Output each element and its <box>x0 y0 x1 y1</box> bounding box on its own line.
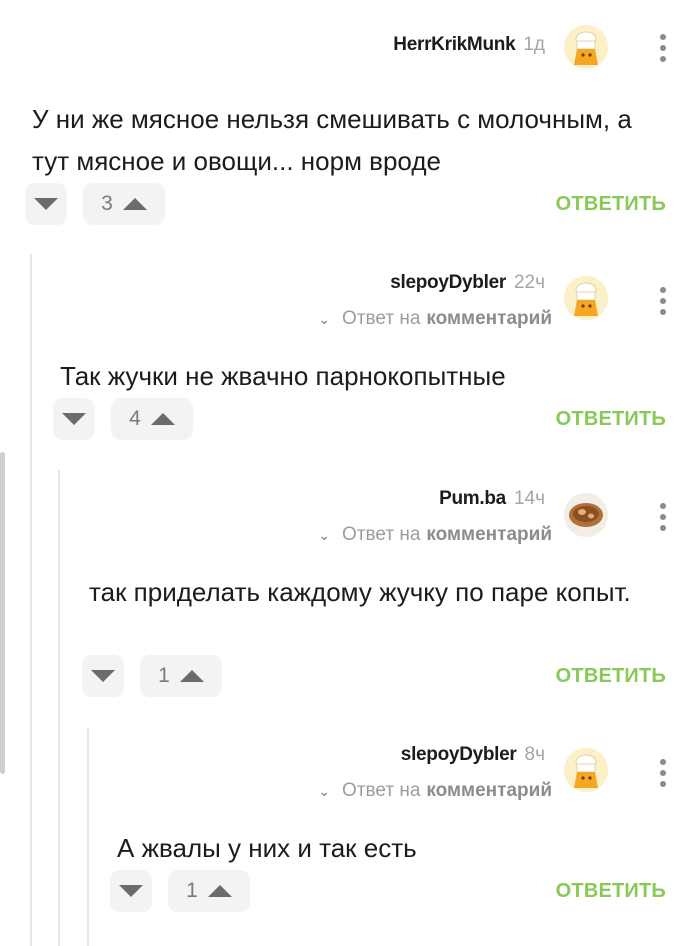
comment-text: так приделать каждому жучку по паре копы… <box>89 577 631 607</box>
chevron-down-icon: ⌄ <box>318 526 331 543</box>
thread-line[interactable] <box>87 728 89 946</box>
rating-count: 4 <box>129 407 141 430</box>
avatar[interactable] <box>564 748 608 792</box>
reply-to-target[interactable]: комментарий <box>426 524 552 546</box>
upvote-button[interactable]: 4 <box>111 398 193 440</box>
rating-count: 3 <box>101 192 113 215</box>
upvote-button[interactable]: 1 <box>168 870 250 912</box>
comment-text: Так жучки не жвачно парнокопытные <box>60 361 506 391</box>
chevron-down-icon: ⌄ <box>318 782 331 799</box>
rating-count: 1 <box>158 664 170 687</box>
thread-line[interactable] <box>58 470 60 946</box>
reply-to-link[interactable]: ⌄ Ответ на комментарий <box>318 780 552 802</box>
comment-time: 14ч <box>513 488 545 509</box>
more-options-icon[interactable] <box>660 287 666 315</box>
upvote-button[interactable]: 3 <box>83 183 165 225</box>
reply-button[interactable]: ОТВЕТИТЬ <box>556 880 666 903</box>
comment-text: А жвалы у них и так есть <box>117 833 417 863</box>
more-options-icon[interactable] <box>660 34 666 62</box>
chef-hat-avatar-icon <box>564 25 608 69</box>
reply-to-prefix: Ответ на <box>342 524 421 545</box>
reply-to-link[interactable]: ⌄ Ответ на комментарий <box>318 308 552 330</box>
avatar[interactable] <box>564 25 608 69</box>
author-name[interactable]: slepoyDybler <box>390 272 506 294</box>
scrollbar[interactable] <box>0 452 5 774</box>
avatar[interactable] <box>564 276 608 320</box>
comment-header: Pum.ba 14ч <box>439 488 545 510</box>
reply-button[interactable]: ОТВЕТИТЬ <box>556 193 666 216</box>
arrow-down-icon <box>119 885 143 897</box>
chef-hat-avatar-icon <box>564 276 608 320</box>
comment-time: 1д <box>523 34 545 55</box>
comment-header: slepoyDybler 8ч <box>401 744 545 766</box>
arrow-up-icon <box>179 670 204 682</box>
downvote-button[interactable] <box>25 183 67 225</box>
reply-button[interactable]: ОТВЕТИТЬ <box>556 408 666 431</box>
avatar[interactable] <box>564 493 608 537</box>
reply-to-target[interactable]: комментарий <box>426 308 552 330</box>
arrow-down-icon <box>34 198 58 210</box>
more-options-icon[interactable] <box>660 759 666 787</box>
author-name[interactable]: Pum.ba <box>439 488 506 510</box>
reply-to-prefix: Ответ на <box>342 780 421 801</box>
downvote-button[interactable] <box>82 655 124 697</box>
rating-count: 1 <box>186 879 198 902</box>
arrow-down-icon <box>62 413 86 425</box>
reply-to-link[interactable]: ⌄ Ответ на комментарий <box>318 524 552 546</box>
downvote-button[interactable] <box>110 870 152 912</box>
reply-to-target[interactable]: комментарий <box>426 780 552 802</box>
reply-to-prefix: Ответ на <box>342 308 421 329</box>
author-name[interactable]: slepoyDybler <box>401 744 517 766</box>
reply-button[interactable]: ОТВЕТИТЬ <box>556 665 666 688</box>
more-options-icon[interactable] <box>660 503 666 531</box>
arrow-up-icon <box>122 198 147 210</box>
chevron-down-icon: ⌄ <box>318 310 331 327</box>
arrow-up-icon <box>207 885 232 897</box>
arrow-up-icon <box>150 413 175 425</box>
comment-time: 22ч <box>513 272 545 293</box>
chef-hat-avatar-icon <box>564 748 608 792</box>
author-name[interactable]: HerrKrikMunk <box>393 34 515 56</box>
thread-line[interactable] <box>30 254 32 946</box>
downvote-button[interactable] <box>53 398 95 440</box>
comment-header: HerrKrikMunk 1д <box>393 34 545 56</box>
arrow-down-icon <box>91 670 115 682</box>
cookie-avatar-icon <box>564 493 608 537</box>
upvote-button[interactable]: 1 <box>140 655 222 697</box>
comment-time: 8ч <box>524 744 545 765</box>
comment-text: У ни же мясное нельзя смешивать с молочн… <box>32 104 632 176</box>
comment-header: slepoyDybler 22ч <box>390 272 545 294</box>
